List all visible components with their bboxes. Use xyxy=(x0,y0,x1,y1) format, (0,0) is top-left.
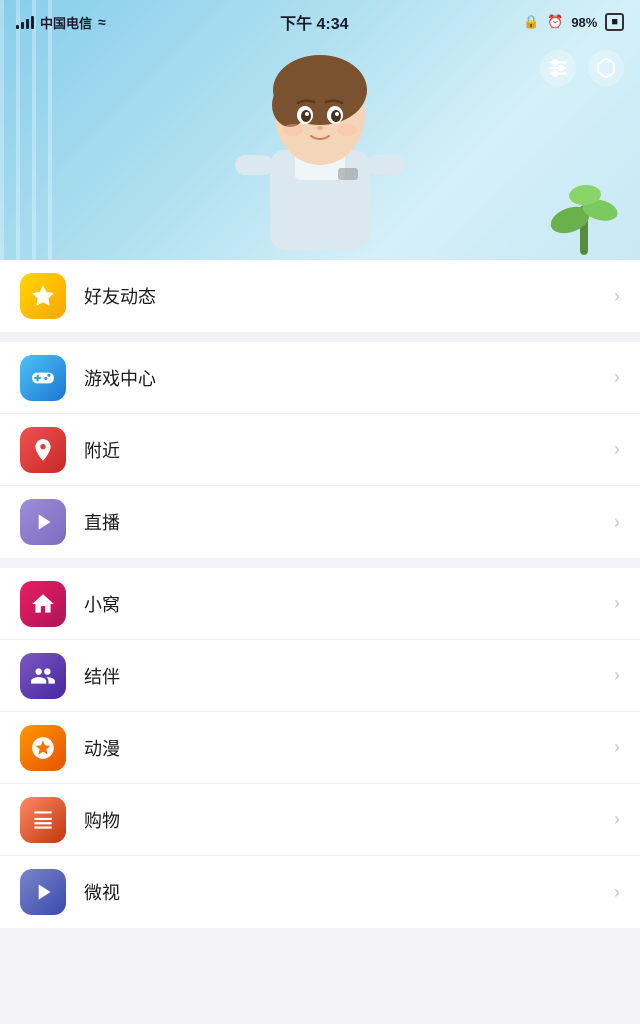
nest-icon xyxy=(20,581,66,627)
friends-feed-chevron: › xyxy=(614,286,620,307)
nearby-icon xyxy=(20,427,66,473)
status-bar: 中国电信 ≈ 下午 4:34 🔒 ⏰ 98% ■ xyxy=(0,0,640,44)
carrier-label: 中国电信 xyxy=(40,13,92,32)
menu-item-game-center[interactable]: 游戏中心 › xyxy=(0,342,640,414)
partner-icon xyxy=(20,653,66,699)
status-right: 🔒 ⏰ 98% ■ xyxy=(523,13,624,31)
anime-label: 动漫 xyxy=(84,735,614,761)
settings-icon-btn[interactable] xyxy=(540,50,576,86)
live-chevron: › xyxy=(614,512,620,533)
weishi-label: 微视 xyxy=(84,879,614,905)
plant-decoration xyxy=(550,165,620,260)
nearby-chevron: › xyxy=(614,439,620,460)
friends-feed-icon xyxy=(20,273,66,319)
live-label: 直播 xyxy=(84,509,614,535)
game-center-chevron: › xyxy=(614,367,620,388)
menu-section: 好友动态 › 游戏中心 › 附近 › 直播 › xyxy=(0,260,640,928)
menu-group-1: 好友动态 › xyxy=(0,260,640,332)
shop-icon xyxy=(20,797,66,843)
menu-group-3: 小窝 › 结伴 › 动漫 › 购物 › xyxy=(0,568,640,928)
hero-controls xyxy=(540,50,624,86)
nest-chevron: › xyxy=(614,593,620,614)
battery-label: 98% xyxy=(571,15,597,30)
partner-chevron: › xyxy=(614,665,620,686)
game-center-label: 游戏中心 xyxy=(84,365,614,391)
menu-item-weishi[interactable]: 微视 › xyxy=(0,856,640,928)
game-center-icon xyxy=(20,355,66,401)
friends-feed-label: 好友动态 xyxy=(84,283,614,309)
lock-icon: 🔒 xyxy=(523,14,539,30)
avatar-container xyxy=(210,20,430,260)
menu-item-partner[interactable]: 结伴 › xyxy=(0,640,640,712)
battery-icon: ■ xyxy=(605,13,624,31)
anime-chevron: › xyxy=(614,737,620,758)
menu-group-2: 游戏中心 › 附近 › 直播 › xyxy=(0,342,640,558)
weishi-icon xyxy=(20,869,66,915)
menu-item-friends-feed[interactable]: 好友动态 › xyxy=(0,260,640,332)
divider-2 xyxy=(0,558,640,568)
profile-icon-btn[interactable] xyxy=(588,50,624,86)
menu-item-live[interactable]: 直播 › xyxy=(0,486,640,558)
hero-banner: 中国电信 ≈ 下午 4:34 🔒 ⏰ 98% ■ xyxy=(0,0,640,260)
nearby-label: 附近 xyxy=(84,437,614,463)
time-display: 下午 4:34 xyxy=(280,10,348,34)
signal-bars xyxy=(16,15,34,29)
alarm-icon: ⏰ xyxy=(547,14,563,30)
menu-item-nearby[interactable]: 附近 › xyxy=(0,414,640,486)
partner-label: 结伴 xyxy=(84,663,614,689)
status-left: 中国电信 ≈ xyxy=(16,13,106,32)
anime-icon xyxy=(20,725,66,771)
nest-label: 小窝 xyxy=(84,591,614,617)
wifi-icon: ≈ xyxy=(98,14,106,30)
shop-chevron: › xyxy=(614,809,620,830)
menu-item-nest[interactable]: 小窝 › xyxy=(0,568,640,640)
live-icon xyxy=(20,499,66,545)
shop-label: 购物 xyxy=(84,807,614,833)
menu-item-shop[interactable]: 购物 › xyxy=(0,784,640,856)
divider-1 xyxy=(0,332,640,342)
weishi-chevron: › xyxy=(614,882,620,903)
menu-item-anime[interactable]: 动漫 › xyxy=(0,712,640,784)
avatar-svg xyxy=(220,20,420,260)
